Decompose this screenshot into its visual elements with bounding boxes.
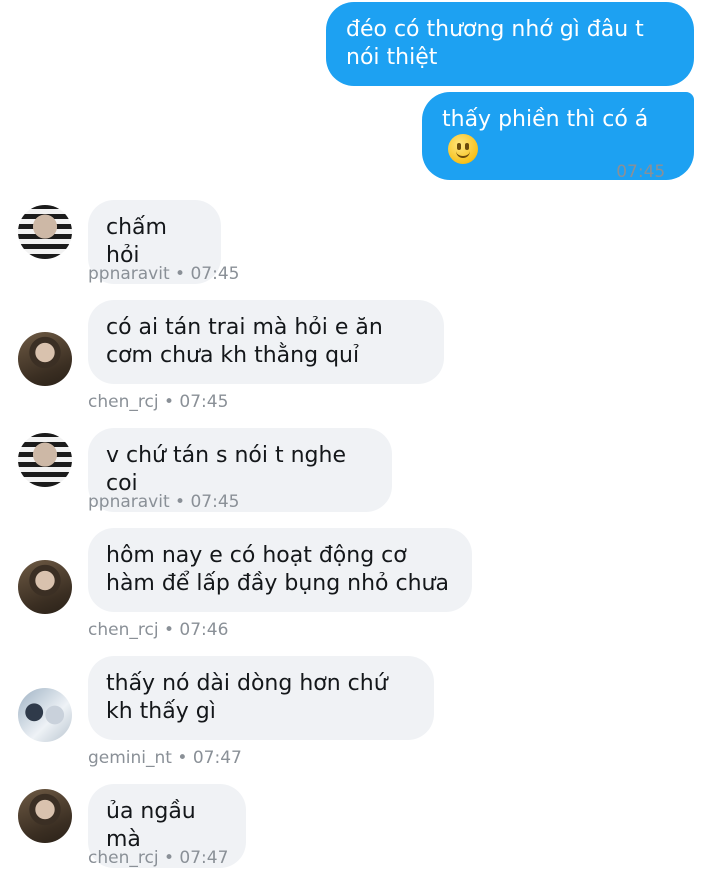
check-icon: ✓ [673, 160, 690, 184]
message-text: đéo có thương nhớ gì đâu t nói thiệt [346, 17, 644, 70]
message-text: có ai tán trai mà hỏi e ăn cơm chưa kh t… [106, 315, 383, 368]
sender-name[interactable]: gemini_nt [88, 748, 172, 768]
sender-name[interactable]: ppnaravit [88, 264, 170, 284]
message-bubble[interactable]: thấy nó dài dòng hơn chứ kh thấy gì [88, 656, 434, 740]
sender-name[interactable]: chen_rcj [88, 620, 159, 640]
message-bubble[interactable]: có ai tán trai mà hỏi e ăn cơm chưa kh t… [88, 300, 444, 384]
sender-name[interactable]: chen_rcj [88, 392, 159, 412]
message-meta: ppnaravit • 07:45 [88, 492, 240, 512]
sender-name[interactable]: ppnaravit [88, 492, 170, 512]
avatar[interactable] [18, 332, 72, 386]
message-time: 07:45 [179, 392, 229, 412]
avatar[interactable] [18, 688, 72, 742]
message-text: hôm nay e có hoạt động cơ hàm để lấp đầy… [106, 543, 449, 596]
sender-name[interactable]: chen_rcj [88, 848, 159, 868]
message-meta: gemini_nt • 07:47 [88, 748, 242, 768]
message-meta: chen_rcj • 07:46 [88, 620, 229, 640]
outgoing-time: 07:45 [616, 162, 666, 182]
message-bubble[interactable]: hôm nay e có hoạt động cơ hàm để lấp đầy… [88, 528, 472, 612]
message-meta: chen_rcj • 07:45 [88, 392, 229, 412]
outgoing-message[interactable]: đéo có thương nhớ gì đâu t nói thiệt [326, 2, 694, 86]
chat-thread: đéo có thương nhớ gì đâu t nói thiệt thấ… [0, 0, 720, 873]
avatar[interactable] [18, 789, 72, 843]
message-text: chấm hỏi [106, 215, 167, 268]
smile-emoji-icon [448, 134, 478, 164]
message-time: 07:47 [192, 748, 242, 768]
message-time: 07:46 [179, 620, 229, 640]
avatar[interactable] [18, 560, 72, 614]
outgoing-meta: 07:45 ✓ [616, 160, 690, 184]
avatar[interactable] [18, 433, 72, 487]
avatar[interactable] [18, 205, 72, 259]
message-meta: ppnaravit • 07:45 [88, 264, 240, 284]
message-text: v chứ tán s nói t nghe coi [106, 443, 347, 496]
message-meta: chen_rcj • 07:47 [88, 848, 229, 868]
message-text: ủa ngầu mà [106, 799, 196, 852]
message-time: 07:45 [190, 492, 240, 512]
message-text: thấy nó dài dòng hơn chứ kh thấy gì [106, 671, 388, 724]
message-time: 07:45 [190, 264, 240, 284]
message-text: thấy phiền thì có á [442, 107, 649, 132]
message-time: 07:47 [179, 848, 229, 868]
